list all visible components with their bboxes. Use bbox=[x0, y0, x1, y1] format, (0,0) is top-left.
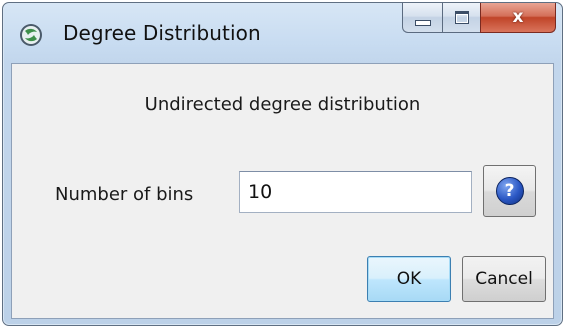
close-button[interactable]: x bbox=[480, 3, 556, 33]
help-icon: ? bbox=[495, 177, 524, 205]
cancel-button[interactable]: Cancel bbox=[462, 256, 546, 302]
title-bar[interactable]: Degree Distribution x bbox=[3, 3, 562, 63]
ok-button[interactable]: OK bbox=[367, 256, 451, 302]
dialog-heading: Undirected degree distribution bbox=[144, 94, 421, 115]
close-icon: x bbox=[512, 7, 524, 27]
number-of-bins-input[interactable] bbox=[239, 171, 472, 213]
maximize-icon bbox=[454, 11, 469, 24]
help-button[interactable]: ? bbox=[483, 165, 536, 217]
minimize-button[interactable] bbox=[402, 3, 442, 33]
maximize-button[interactable] bbox=[442, 3, 480, 33]
caption-buttons: x bbox=[402, 3, 556, 35]
window-title: Degree Distribution bbox=[63, 21, 261, 45]
dialog-window: Degree Distribution x Undirected degree … bbox=[2, 2, 563, 326]
minimize-icon bbox=[414, 19, 431, 26]
number-of-bins-label: Number of bins bbox=[55, 184, 194, 205]
app-icon bbox=[20, 24, 42, 46]
dialog-body: Undirected degree distribution Number of… bbox=[11, 63, 554, 319]
